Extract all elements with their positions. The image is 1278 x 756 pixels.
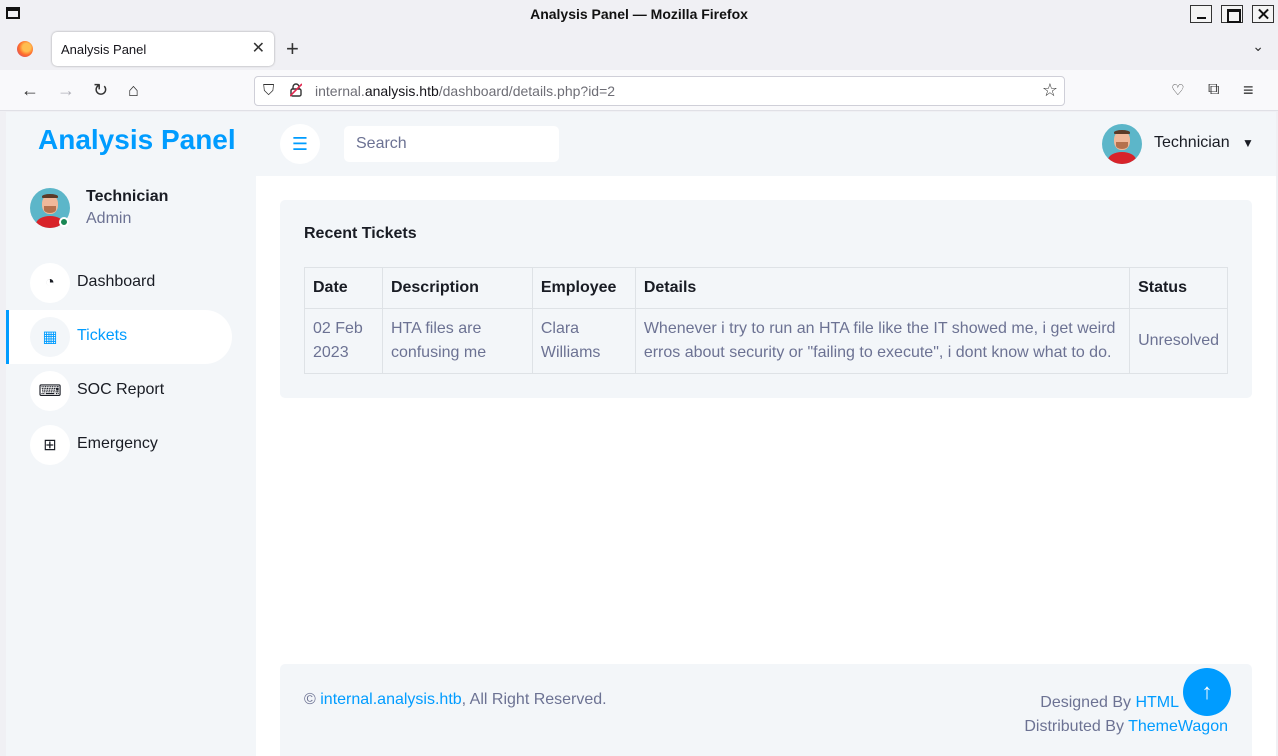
minimize-button[interactable] [1190, 5, 1212, 23]
page-footer: © internal.analysis.htb, All Right Reser… [280, 664, 1252, 756]
url-text: internal.analysis.htb/dashboard/details.… [315, 83, 616, 99]
browser-tab[interactable]: Analysis Panel ✕ [52, 32, 274, 66]
tab-list-chevron-icon[interactable]: ⌄ [1252, 38, 1264, 55]
back-arrow-icon[interactable]: ← [21, 79, 39, 101]
online-status-dot [59, 217, 69, 227]
sidebar-item-soc-report[interactable]: ⌨ SOC Report [6, 364, 232, 418]
sidebar-item-dashboard[interactable]: ◔ Dashboard [6, 256, 232, 310]
sidebar-user-name: Technician [86, 188, 169, 205]
cell-details: Whenever i try to run an HTA file like t… [634, 308, 1131, 374]
sidebar-user-role: Admin [86, 210, 132, 227]
tickets-table: Date Description Employee Details Status… [304, 267, 1228, 374]
window-title: Analysis Panel — Mozilla Firefox [530, 6, 748, 22]
window-titlebar: Analysis Panel — Mozilla Firefox [0, 0, 1278, 28]
pocket-icon[interactable]: ♡ [1171, 80, 1184, 102]
firefox-icon [17, 41, 33, 57]
card-title: Recent Tickets [304, 225, 417, 242]
insecure-lock-icon[interactable] [290, 83, 302, 97]
shield-icon[interactable]: ⛉ [263, 82, 274, 99]
browser-tabstrip: Analysis Panel ✕ + ⌄ [0, 28, 1278, 70]
page-viewport: Analysis Panel Technician Admin ◔ Dashbo… [6, 112, 1276, 756]
chevron-down-icon: ▼ [1242, 136, 1254, 150]
top-navbar: ☰ Technician ▼ [256, 112, 1276, 176]
home-icon[interactable]: ⌂ [128, 79, 139, 101]
user-dropdown[interactable]: Technician ▼ [1102, 124, 1262, 164]
browser-navbar: ← → ↻ ⌂ ⛉ internal.analysis.htb/dashboar… [0, 70, 1278, 111]
table-row: 02 Feb 2023 HTA files are confusing me C… [304, 308, 1228, 374]
avatar [1102, 124, 1142, 164]
maximize-button[interactable] [1221, 5, 1243, 23]
new-tab-button[interactable]: + [286, 36, 299, 62]
arrow-up-icon: ↑ [1201, 679, 1213, 704]
sidebar-item-emergency[interactable]: ⊞ Emergency [6, 418, 232, 472]
reload-icon[interactable]: ↻ [93, 79, 108, 101]
recent-tickets-card: Recent Tickets Date Description Employee… [280, 200, 1252, 398]
column-header: Description [381, 267, 533, 309]
site-link[interactable]: internal.analysis.htb [320, 691, 461, 708]
sidebar-toggle-button[interactable]: ☰ [280, 124, 320, 164]
search-input[interactable] [344, 126, 559, 162]
column-header: Date [304, 267, 383, 309]
sidebar-menu: ◔ Dashboard ▦ Tickets ⌨ SOC Report ⊞ Eme… [6, 256, 256, 472]
tab-title: Analysis Panel [61, 42, 147, 57]
forward-arrow-icon[interactable]: → [57, 79, 75, 101]
cell-date: 02 Feb 2023 [304, 308, 383, 374]
extensions-icon[interactable]: ⧉ [1208, 79, 1219, 101]
sidebar: Analysis Panel Technician Admin ◔ Dashbo… [6, 112, 256, 756]
cell-description: HTA files are confusing me [381, 308, 533, 374]
keyboard-icon: ⌨ [30, 371, 70, 411]
designer-link[interactable]: HTML [1135, 694, 1179, 711]
sidebar-item-label: Dashboard [77, 273, 156, 290]
tab-close-icon[interactable]: ✕ [252, 38, 265, 58]
column-header: Status [1129, 267, 1228, 309]
sidebar-user: Technician Admin [30, 188, 240, 232]
back-to-top-button[interactable]: ↑ [1183, 668, 1231, 716]
cell-employee: Clara Williams [531, 308, 636, 374]
brand-logo[interactable]: Analysis Panel [38, 124, 236, 156]
table-header-row: Date Description Employee Details Status [304, 267, 1228, 309]
dashboard-icon: ◔ [30, 263, 70, 303]
distributor-link[interactable]: ThemeWagon [1128, 718, 1228, 735]
grid-icon: ▦ [30, 317, 70, 357]
sidebar-item-label: SOC Report [77, 381, 165, 398]
top-user-name: Technician [1154, 134, 1230, 151]
sidebar-item-tickets[interactable]: ▦ Tickets [6, 310, 232, 364]
main-content: ☰ Technician ▼ Recent Tickets Date Descr… [256, 112, 1276, 756]
close-window-button[interactable] [1252, 5, 1274, 23]
sidebar-item-label: Emergency [77, 435, 158, 452]
copyright-text: © internal.analysis.htb, All Right Reser… [304, 691, 607, 708]
menu-hamburger-icon[interactable]: ≡ [1243, 79, 1254, 101]
cell-status: Unresolved [1129, 308, 1228, 374]
column-header: Details [634, 267, 1131, 309]
bookmark-star-icon[interactable]: ☆ [1042, 80, 1058, 101]
address-bar[interactable]: ⛉ internal.analysis.htb/dashboard/detail… [254, 76, 1065, 106]
table-icon: ⊞ [30, 425, 70, 465]
column-header: Employee [531, 267, 636, 309]
sidebar-item-label: Tickets [77, 327, 128, 344]
